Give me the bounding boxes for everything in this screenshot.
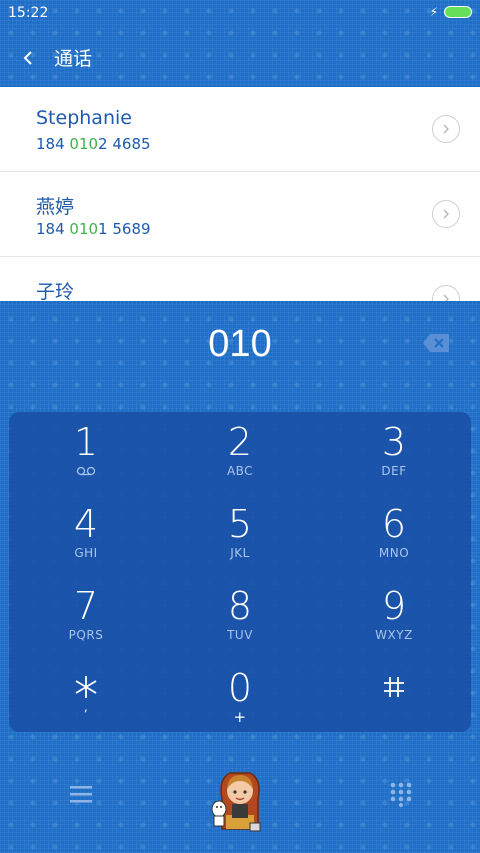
key-3[interactable]: 3 DEF (317, 412, 471, 492)
key-letters: WXYZ (375, 628, 413, 642)
key-5[interactable]: 5 JKL (163, 494, 317, 574)
key-digit: 7 (73, 584, 99, 628)
back-button[interactable] (12, 42, 44, 74)
key-7[interactable]: 7 PQRS (9, 576, 163, 656)
contact-name: Stephanie (36, 107, 132, 129)
chevron-left-icon (23, 51, 32, 65)
contact-detail-button[interactable] (432, 115, 460, 143)
key-hash[interactable] (317, 658, 471, 738)
key-2[interactable]: 2 ABC (163, 412, 317, 492)
contact-row[interactable]: 子玲 (0, 257, 480, 301)
contact-detail-button[interactable] (432, 200, 460, 228)
key-8[interactable]: 8 TUV (163, 576, 317, 656)
dialpad-toggle-button[interactable] (388, 781, 414, 807)
key-letters: ABC (226, 464, 254, 478)
key-digit: 5 (227, 502, 253, 546)
bottom-bar (0, 745, 480, 853)
status-time: 15:22 (8, 5, 49, 21)
asterisk-icon (75, 676, 97, 698)
dial-display: 010 (0, 301, 480, 397)
contact-name: 燕婷 (36, 196, 75, 218)
battery-icon (444, 6, 472, 18)
key-9[interactable]: 9 WXYZ (317, 576, 471, 656)
status-icons: ⚡ (430, 5, 472, 19)
key-digit: 3 (381, 420, 407, 464)
contact-number: 184 0102 4685 (36, 135, 151, 153)
key-letters: MNO (378, 546, 410, 560)
backspace-icon (423, 334, 449, 352)
key-digit: 1 (73, 420, 99, 464)
number-match: 010 (69, 220, 99, 238)
number-match: 010 (69, 135, 99, 153)
menu-icon (70, 786, 92, 803)
key-letters: DEF (381, 464, 407, 478)
key-digit: 8 (227, 584, 253, 628)
key-letters: JKL (230, 546, 250, 560)
voicemail-icon (76, 466, 96, 476)
dial-keypad: 1 2 ABC 3 DEF 4 GHI 5 JKL 6 MNO 7 PQRS 8… (9, 412, 471, 732)
menu-button[interactable] (66, 781, 96, 807)
charging-icon: ⚡ (429, 5, 438, 19)
contact-row[interactable]: Stephanie 184 0102 4685 (0, 87, 480, 172)
key-digit: 0 (227, 666, 253, 710)
chevron-right-icon (443, 209, 449, 219)
key-letters: PQRS (68, 628, 104, 642)
dialed-number: 010 (208, 323, 272, 365)
key-digit: 2 (227, 420, 253, 464)
key-letters: GHI (74, 546, 98, 560)
contact-name: 子玲 (36, 281, 75, 301)
key-4[interactable]: 4 GHI (9, 494, 163, 574)
key-digit: 4 (73, 502, 99, 546)
number-prefix: 184 (36, 135, 70, 153)
contact-row[interactable]: 燕婷 184 0101 5689 (0, 172, 480, 257)
contact-number: 184 0101 5689 (36, 220, 151, 238)
number-suffix: 1 5689 (98, 220, 151, 238)
backspace-button[interactable] (422, 333, 450, 353)
number-suffix: 2 4685 (98, 135, 151, 153)
key-letters: + (233, 708, 247, 726)
key-digit: 6 (381, 502, 407, 546)
contact-detail-button[interactable] (432, 285, 460, 301)
key-6[interactable]: 6 MNO (317, 494, 471, 574)
status-bar: 15:22 ⚡ (0, 0, 480, 28)
key-letters: , (83, 700, 89, 714)
key-star[interactable]: , (9, 658, 163, 738)
hash-icon (384, 677, 404, 697)
page-title: 通话 (54, 48, 93, 70)
key-digit: 9 (381, 584, 407, 628)
number-prefix: 184 (36, 220, 70, 238)
chevron-right-icon (443, 294, 449, 301)
key-0[interactable]: 0 + (163, 658, 317, 738)
contact-results-list: Stephanie 184 0102 4685 燕婷 184 0101 5689… (0, 87, 480, 301)
key-letters: TUV (227, 628, 253, 642)
call-button[interactable] (208, 759, 272, 839)
dialpad-icon (390, 782, 412, 807)
key-1[interactable]: 1 (9, 412, 163, 492)
call-avatar-icon (211, 772, 261, 832)
chevron-right-icon (443, 124, 449, 134)
header: 通话 (0, 30, 480, 86)
